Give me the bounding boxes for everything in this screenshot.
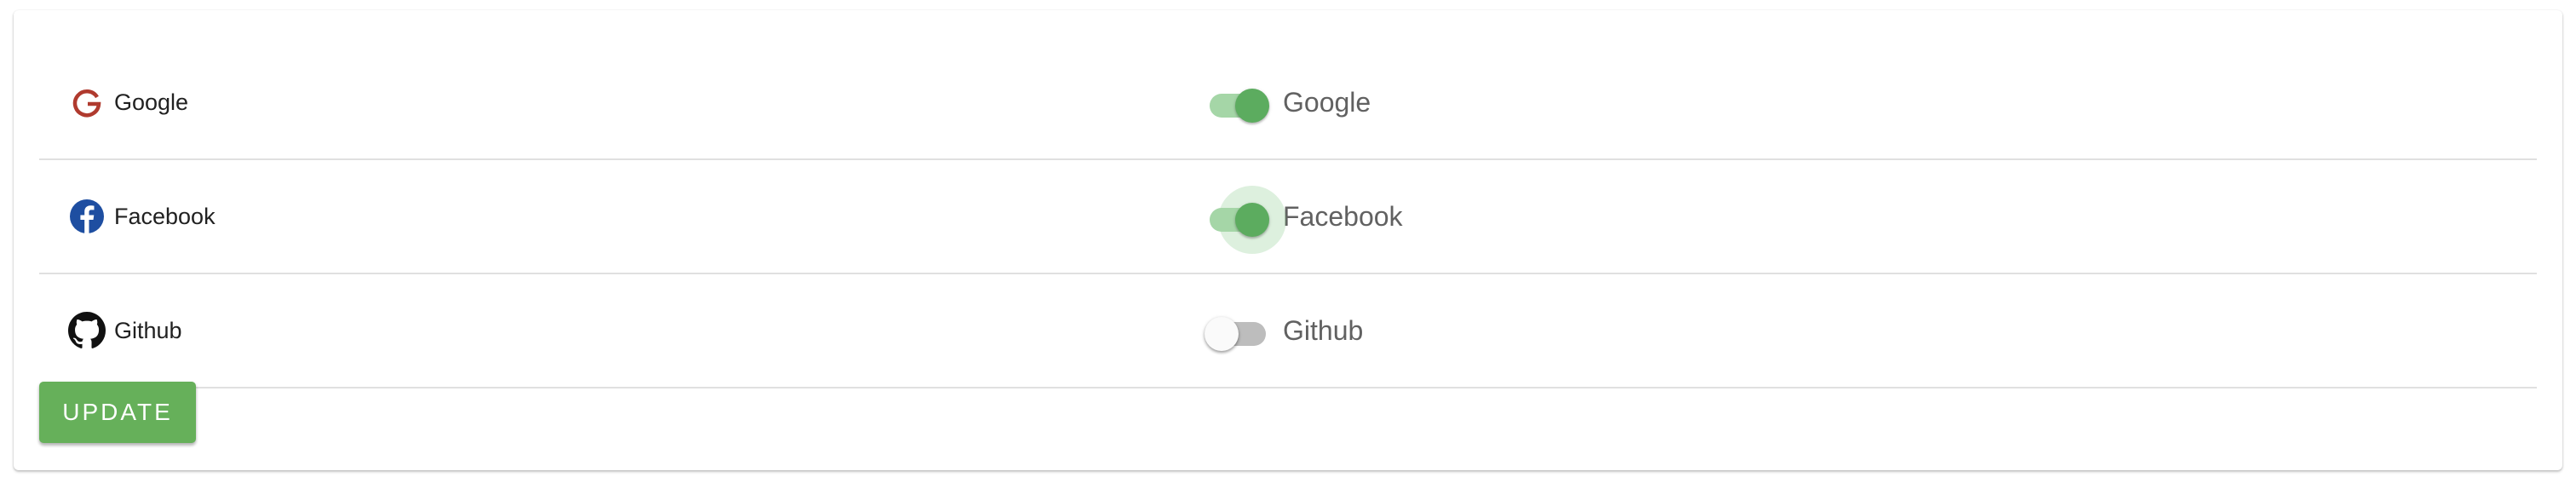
toggle-switch[interactable] (1205, 186, 1286, 254)
toggle-label[interactable]: Github (1283, 315, 1363, 347)
provider-list: Google Google Facebook Facebook Github G… (39, 46, 2537, 388)
provider-name: Google (114, 89, 189, 115)
provider-row-github: Github Github (39, 274, 2537, 388)
github-toggle[interactable]: Github (1205, 310, 1363, 351)
provider-name: Github (114, 317, 182, 343)
google-toggle[interactable]: Google (1205, 82, 1371, 123)
facebook-icon (68, 198, 106, 235)
toggle-switch[interactable] (1205, 310, 1271, 351)
social-login-card: Google Google Facebook Facebook Github G… (14, 10, 2562, 470)
toggle-switch[interactable] (1205, 82, 1271, 123)
facebook-toggle[interactable]: Facebook (1205, 186, 1403, 254)
provider-info-github: Github (68, 312, 182, 349)
toggle-thumb[interactable] (1235, 89, 1269, 123)
github-icon (68, 312, 106, 349)
toggle-thumb[interactable] (1235, 203, 1269, 237)
provider-row-facebook: Facebook Facebook (39, 160, 2537, 274)
toggle-thumb[interactable] (1205, 317, 1239, 351)
google-icon (68, 83, 106, 121)
provider-name: Facebook (114, 203, 216, 229)
update-button[interactable]: UPDATE (39, 382, 196, 443)
provider-info-google: Google (68, 83, 188, 121)
provider-row-google: Google Google (39, 46, 2537, 160)
toggle-label[interactable]: Google (1283, 87, 1371, 118)
toggle-label[interactable]: Facebook (1283, 201, 1403, 233)
provider-info-facebook: Facebook (68, 198, 216, 235)
